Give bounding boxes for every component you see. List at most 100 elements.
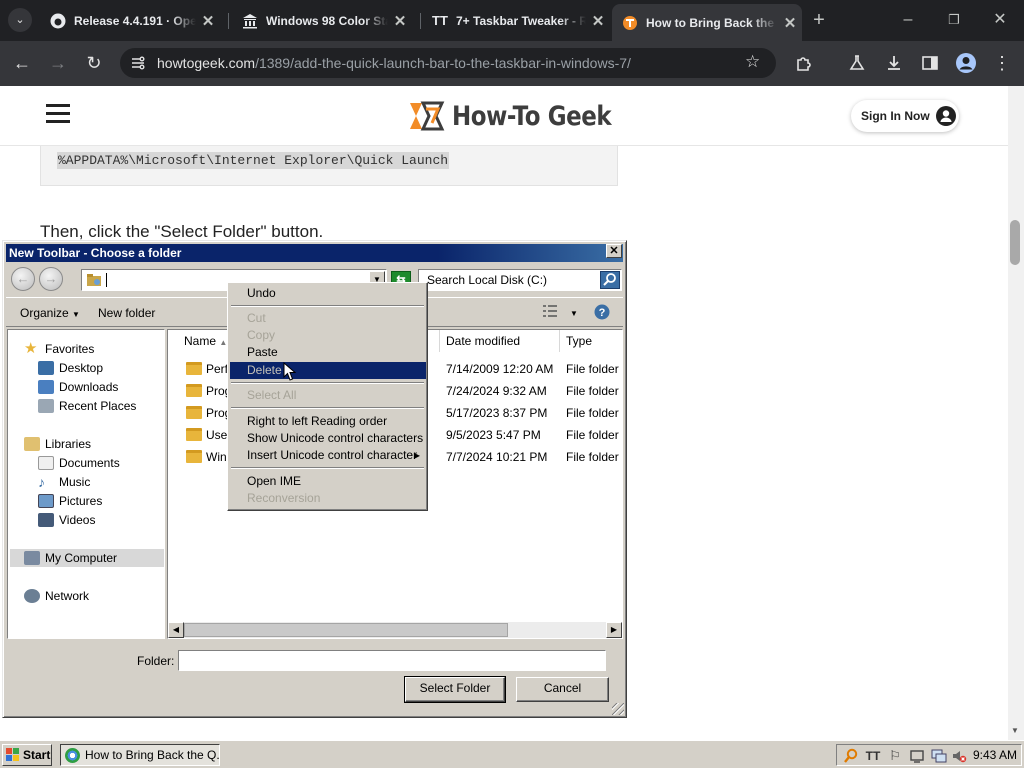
menu-item-open-ime[interactable]: Open IME — [230, 473, 426, 490]
menu-item-select-all[interactable]: Select All — [230, 387, 426, 404]
menu-kebab-icon[interactable]: ⋮ — [990, 51, 1014, 75]
column-header-type[interactable]: Type — [560, 330, 622, 352]
back-nav-icon[interactable]: ← — [11, 267, 35, 291]
flag-icon[interactable]: ⚐ — [887, 748, 903, 764]
menu-item-undo[interactable]: Undo — [230, 285, 426, 302]
article-text: Then, click the "Select Folder" button. — [40, 222, 324, 241]
search-magnifier-icon[interactable] — [600, 271, 620, 289]
windows-logo-icon — [6, 748, 19, 761]
dialog-close-icon[interactable]: ✕ — [606, 244, 622, 258]
extensions-puzzle-icon[interactable] — [792, 51, 816, 75]
menu-item-show-unicode[interactable]: Show Unicode control characters — [230, 430, 426, 447]
tab-close-icon[interactable]: ✕ — [388, 12, 412, 30]
minimize-icon[interactable]: – — [885, 8, 931, 32]
nav-downloads[interactable]: Downloads — [38, 378, 118, 396]
tab-how-to-geek[interactable]: How to Bring Back the Quick Launch Bar ✕ — [612, 4, 802, 41]
nav-favorites[interactable]: ★ Favorites — [24, 340, 94, 358]
folder-name-input[interactable] — [178, 650, 606, 671]
organize-label: Organize — [20, 306, 69, 320]
tab-close-icon[interactable]: ✕ — [586, 12, 610, 30]
new-folder-button[interactable]: New folder — [98, 306, 155, 320]
tab-title: 7+ Taskbar Tweaker - Ramen Software — [456, 13, 586, 28]
music-icon: ♪ — [38, 474, 45, 490]
side-panel-icon[interactable] — [918, 51, 942, 75]
menu-separator — [231, 382, 424, 384]
nav-my-computer[interactable]: My Computer — [10, 549, 164, 567]
url-text: howtogeek.com/1389/add-the-quick-launch-… — [157, 55, 631, 71]
labs-flask-icon[interactable] — [845, 51, 869, 75]
nav-libraries[interactable]: Libraries — [24, 435, 91, 453]
address-bar[interactable]: howtogeek.com/1389/add-the-quick-launch-… — [120, 48, 776, 78]
restore-icon[interactable]: ❐ — [931, 8, 977, 32]
sign-in-label: Sign In Now — [861, 109, 930, 123]
forward-arrow-icon[interactable]: → — [46, 51, 70, 75]
tab-search-chevron-icon[interactable]: ⌄ — [8, 8, 32, 32]
view-options-icon[interactable] — [542, 304, 558, 321]
system-tray: ТТ ⚐ 9:43 AM — [836, 744, 1022, 766]
column-header-date[interactable]: Date modified — [440, 330, 560, 352]
menu-item-copy[interactable]: Copy — [230, 327, 426, 344]
start-button[interactable]: Start — [2, 744, 52, 766]
nav-documents[interactable]: Documents — [38, 454, 120, 472]
cancel-button[interactable]: Cancel — [516, 677, 609, 702]
select-folder-button[interactable]: Select Folder — [404, 676, 506, 703]
network-tray-icon[interactable] — [931, 748, 947, 764]
organize-button[interactable]: Organize ▼ — [20, 306, 80, 320]
horizontal-scrollbar[interactable]: ◀ ▶ — [168, 622, 622, 638]
menu-item-paste[interactable]: Paste — [230, 344, 426, 361]
page-scrollbar[interactable] — [1008, 86, 1024, 740]
nav-videos[interactable]: Videos — [38, 511, 95, 529]
nav-recent-places[interactable]: Recent Places — [38, 397, 136, 415]
search-input[interactable]: Search Local Disk (C:) — [418, 269, 622, 291]
tab-close-icon[interactable]: ✕ — [196, 12, 220, 30]
volume-muted-icon[interactable] — [951, 748, 967, 764]
tab-taskbar-tweaker[interactable]: ТТ 7+ Taskbar Tweaker - Ramen Software ✕ — [422, 7, 610, 34]
menu-item-delete[interactable]: Delete — [230, 362, 426, 379]
bookmark-star-icon[interactable]: ☆ — [745, 52, 760, 72]
tab-close-icon[interactable]: ✕ — [778, 14, 802, 32]
tab-win98-start-menu[interactable]: Windows 98 Color Start Menu ✕ — [232, 7, 412, 34]
page-scrollbar-thumb[interactable] — [1010, 220, 1020, 265]
menu-item-insert-unicode[interactable]: Insert Unicode control character ▶ — [230, 447, 426, 464]
taskbar-item-label: How to Bring Back the Q... — [85, 748, 220, 762]
menu-item-cut[interactable]: Cut — [230, 310, 426, 327]
view-dropdown-icon[interactable]: ▼ — [570, 309, 578, 318]
scroll-down-arrow-icon[interactable]: ▼ — [1011, 726, 1019, 735]
taskbar-tweaker-tray-icon[interactable]: ТТ — [865, 748, 881, 764]
site-logo[interactable]: How-To Geek — [406, 98, 639, 134]
menu-item-reconversion[interactable]: Reconversion — [230, 490, 426, 507]
download-icon[interactable] — [882, 51, 906, 75]
taskbar: Start How to Bring Back the Q... ТТ ⚐ 9:… — [0, 740, 1024, 768]
menu-item-rtl-reading[interactable]: Right to left Reading order — [230, 413, 426, 430]
horizontal-scrollbar-thumb[interactable] — [184, 623, 508, 637]
hamburger-menu-icon[interactable] — [46, 104, 70, 124]
nav-music[interactable]: ♪ Music — [38, 473, 90, 491]
nav-pictures[interactable]: Pictures — [38, 492, 102, 510]
help-icon[interactable]: ? — [594, 304, 610, 323]
scroll-right-arrow-icon[interactable]: ▶ — [606, 622, 622, 638]
search-tray-icon[interactable] — [843, 748, 859, 764]
menu-separator — [231, 305, 424, 307]
new-tab-plus-icon[interactable]: + — [807, 8, 831, 32]
file-type: File folder — [566, 428, 619, 442]
site-info-icon[interactable] — [130, 55, 146, 71]
file-type: File folder — [566, 450, 619, 464]
sign-in-button[interactable]: Sign In Now — [851, 100, 959, 132]
scroll-left-arrow-icon[interactable]: ◀ — [168, 622, 184, 638]
back-arrow-icon[interactable]: ← — [10, 51, 34, 75]
action-center-icon[interactable] — [909, 748, 925, 764]
taskbar-item-chrome[interactable]: How to Bring Back the Q... — [60, 744, 220, 766]
tweaker-icon: ТТ — [432, 13, 448, 28]
close-window-icon[interactable]: ✕ — [977, 8, 1023, 32]
file-type: File folder — [566, 384, 619, 398]
menu-item-label: Insert Unicode control character — [247, 448, 418, 462]
forward-nav-icon[interactable]: → — [39, 267, 63, 291]
libraries-icon — [24, 437, 40, 451]
tab-open-shell[interactable]: Release 4.4.191 · Open-Shell ✕ — [40, 7, 220, 34]
nav-desktop[interactable]: Desktop — [38, 359, 103, 377]
resize-grip[interactable] — [612, 703, 624, 715]
browser-toolbar: ← → ↻ howtogeek.com/1389/add-the-quick-l… — [0, 41, 1024, 86]
reload-icon[interactable]: ↻ — [82, 51, 106, 75]
nav-network[interactable]: Network — [24, 587, 89, 605]
profile-avatar-icon[interactable] — [954, 51, 978, 75]
